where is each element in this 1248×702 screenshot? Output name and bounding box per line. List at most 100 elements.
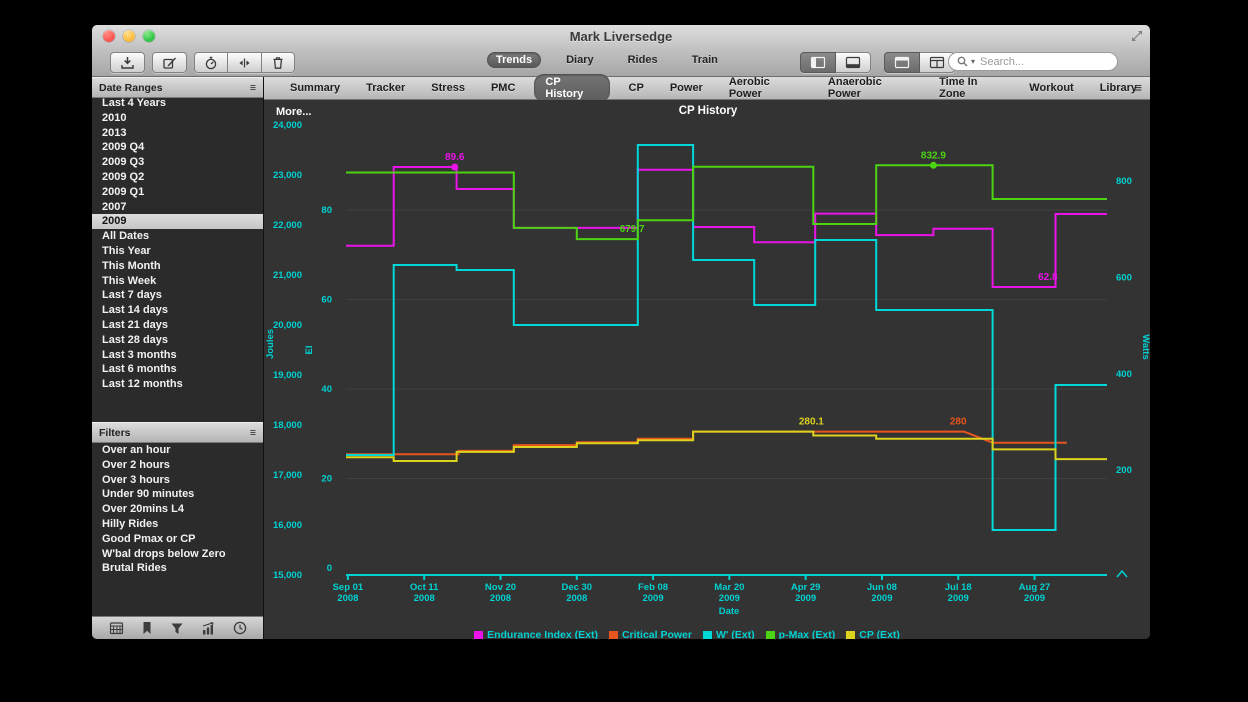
search-input[interactable] <box>978 55 1092 69</box>
filter-w-bal-drops-below-zero[interactable]: W'bal drops below Zero <box>92 547 263 562</box>
ei-tick-label: 60 <box>321 295 332 306</box>
date-range-this-month[interactable]: This Month <box>92 259 263 274</box>
legend-swatch-w_prime <box>703 631 712 640</box>
filters-title: Filters <box>99 427 131 439</box>
filter-brutal-rides[interactable]: Brutal Rides <box>92 561 263 576</box>
date-range-last-6-months[interactable]: Last 6 months <box>92 362 263 377</box>
x-tick-label: 2008 <box>566 593 587 604</box>
filter-under-90-minutes[interactable]: Under 90 minutes <box>92 487 263 502</box>
import-button[interactable] <box>110 52 145 73</box>
tab-anaerobic-power[interactable]: Anaerobic Power <box>815 76 926 100</box>
tab-power[interactable]: Power <box>657 82 716 94</box>
tab-aerobic-power[interactable]: Aerobic Power <box>716 76 815 100</box>
search-scope-caret[interactable]: ▾ <box>971 58 975 66</box>
joules-tick-label: 21,000 <box>273 270 302 281</box>
date-range-2009[interactable]: 2009 <box>92 214 263 229</box>
window-grid-icon <box>929 56 945 69</box>
tab-workout[interactable]: Workout <box>1016 82 1086 94</box>
date-range-last-14-days[interactable]: Last 14 days <box>92 303 263 318</box>
ei-tick-label: 0 <box>327 563 332 574</box>
legend-swatch-endurance_index <box>474 631 483 640</box>
date-range-last-21-days[interactable]: Last 21 days <box>92 318 263 333</box>
view-tab-rides[interactable]: Rides <box>619 52 667 68</box>
date-range-2010[interactable]: 2010 <box>92 111 263 126</box>
bookmark-icon[interactable] <box>141 621 153 635</box>
tab-cp[interactable]: CP <box>616 82 657 94</box>
bar-chart-icon[interactable] <box>201 622 216 635</box>
date-range-this-year[interactable]: This Year <box>92 244 263 259</box>
app-window: Mark Liversedge <box>92 25 1150 639</box>
legend-label-p_max: p-Max (Ext) <box>779 629 836 639</box>
date-range-this-week[interactable]: This Week <box>92 274 263 289</box>
date-range-2009-q4[interactable]: 2009 Q4 <box>92 140 263 155</box>
toolbar: Trends Diary Rides Train <box>92 48 1150 77</box>
date-range-2009-q1[interactable]: 2009 Q1 <box>92 185 263 200</box>
edit-button[interactable] <box>152 52 187 73</box>
x-axis-end-caret <box>1117 571 1127 577</box>
x-tick-label: Jul 18 <box>945 582 972 593</box>
x-tick-label: Nov 20 <box>485 582 516 593</box>
annotation-dot-89.6 <box>451 164 458 171</box>
filters-list: Over an hourOver 2 hoursOver 3 hoursUnde… <box>92 443 263 576</box>
chart-more-link[interactable]: More... <box>276 106 311 118</box>
window-title: Mark Liversedge <box>92 25 1150 48</box>
toggle-sidebar-button[interactable] <box>800 52 836 73</box>
fullscreen-icon[interactable] <box>1131 30 1143 42</box>
close-button[interactable] <box>103 30 115 42</box>
date-range-all-dates[interactable]: All Dates <box>92 229 263 244</box>
tab-pmc[interactable]: PMC <box>478 82 528 94</box>
pane-bottom-icon <box>845 56 861 69</box>
view-tab-diary[interactable]: Diary <box>557 52 603 68</box>
filter-over-3-hours[interactable]: Over 3 hours <box>92 473 263 488</box>
search-icon <box>957 56 968 67</box>
delete-button[interactable] <box>262 52 295 73</box>
ei-tick-label: 80 <box>321 205 332 216</box>
tab-time-in-zone[interactable]: Time In Zone <box>926 76 1016 100</box>
download-icon <box>120 56 135 70</box>
date-range-last-12-months[interactable]: Last 12 months <box>92 377 263 392</box>
x-tick-label: 2009 <box>719 593 740 604</box>
date-range-2009-q3[interactable]: 2009 Q3 <box>92 155 263 170</box>
x-tick-label: 2009 <box>642 593 663 604</box>
single-layout-button[interactable] <box>884 52 920 73</box>
x-tick-label: Sep 01 <box>333 582 364 593</box>
legend-item-cp_ext: CP (Ext) <box>846 629 900 639</box>
date-range-last-4-years[interactable]: Last 4 Years <box>92 96 263 111</box>
date-range-last-7-days[interactable]: Last 7 days <box>92 288 263 303</box>
tab-cp-history[interactable]: CP History <box>534 74 609 102</box>
series-line-w_prime <box>346 145 1107 530</box>
cp-history-chart: More... CP History 24,00023,00022,00021,… <box>264 100 1150 639</box>
view-switcher: Trends Diary Rides Train <box>487 52 727 68</box>
tabbar-menu-icon[interactable]: ≡ <box>1134 83 1142 93</box>
filter-icon[interactable] <box>170 622 184 635</box>
x-tick-label: 2009 <box>795 593 816 604</box>
date-range-2007[interactable]: 2007 <box>92 200 263 215</box>
filter-hilly-rides[interactable]: Hilly Rides <box>92 517 263 532</box>
view-tab-trends[interactable]: Trends <box>487 52 541 68</box>
stopwatch-button[interactable] <box>194 52 228 73</box>
minimize-button[interactable] <box>123 30 135 42</box>
split-button[interactable] <box>228 52 262 73</box>
filter-good-pmax-or-cp[interactable]: Good Pmax or CP <box>92 532 263 547</box>
date-range-last-28-days[interactable]: Last 28 days <box>92 333 263 348</box>
view-tab-train[interactable]: Train <box>683 52 727 68</box>
clock-icon[interactable] <box>233 621 247 635</box>
menu-icon[interactable]: ≡ <box>250 428 256 438</box>
zoom-button[interactable] <box>143 30 155 42</box>
watts-tick-label: 200 <box>1116 465 1132 476</box>
filter-over-20mins-l4[interactable]: Over 20mins L4 <box>92 502 263 517</box>
calendar-icon[interactable] <box>109 621 124 635</box>
search-field[interactable]: ▾ <box>948 52 1118 71</box>
date-range-last-3-months[interactable]: Last 3 months <box>92 348 263 363</box>
tab-summary[interactable]: Summary <box>277 82 353 94</box>
filter-over-2-hours[interactable]: Over 2 hours <box>92 458 263 473</box>
date-range-2009-q2[interactable]: 2009 Q2 <box>92 170 263 185</box>
filter-over-an-hour[interactable]: Over an hour <box>92 443 263 458</box>
date-range-2013[interactable]: 2013 <box>92 126 263 141</box>
tab-tracker[interactable]: Tracker <box>353 82 418 94</box>
menu-icon[interactable]: ≡ <box>250 83 256 93</box>
tab-stress[interactable]: Stress <box>418 82 478 94</box>
legend-label-critical_power: Critical Power <box>622 629 692 639</box>
x-tick-label: Oct 11 <box>410 582 439 593</box>
toggle-bottombar-button[interactable] <box>836 52 871 73</box>
